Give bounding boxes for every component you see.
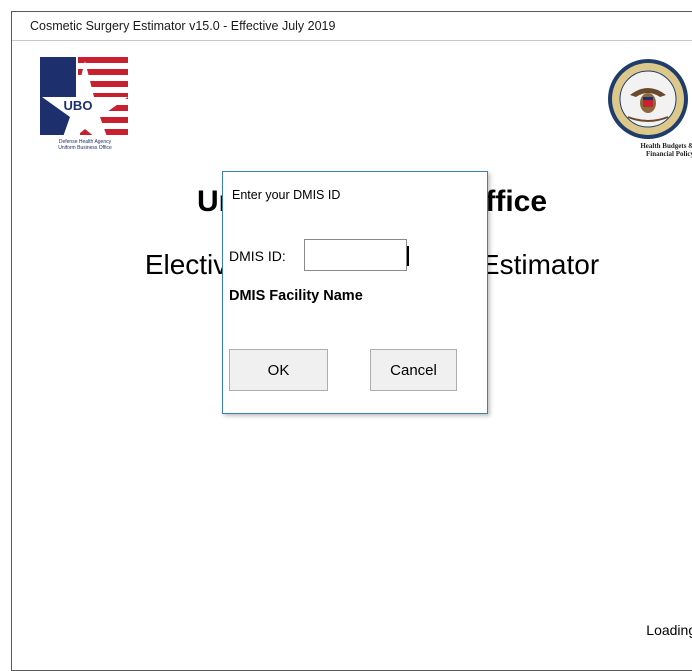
dmis-id-input[interactable]: [304, 239, 407, 271]
ubo-logo-text: UBO: [64, 98, 93, 113]
dmis-dialog: Enter your DMIS ID DMIS ID: DMIS Facilit…: [222, 171, 488, 414]
dialog-title: Enter your DMIS ID: [232, 188, 341, 202]
cancel-button[interactable]: Cancel: [370, 349, 457, 391]
ubo-caption-line2: Uniform Business Office: [58, 145, 112, 151]
dmis-id-label: DMIS ID:: [229, 248, 286, 264]
loading-status: Loading.: [646, 622, 692, 638]
ok-button[interactable]: OK: [229, 349, 328, 391]
title-bar: Cosmetic Surgery Estimator v15.0 - Effec…: [12, 12, 692, 41]
window-title: Cosmetic Surgery Estimator v15.0 - Effec…: [30, 19, 336, 33]
dod-caption: Health Budgets & Financial Policy: [640, 142, 692, 158]
text-cursor: [407, 246, 409, 266]
ubo-logo: UBO Defense Health Agency Uniform Busine…: [40, 55, 130, 151]
dmis-facility-name: DMIS Facility Name: [229, 288, 363, 304]
